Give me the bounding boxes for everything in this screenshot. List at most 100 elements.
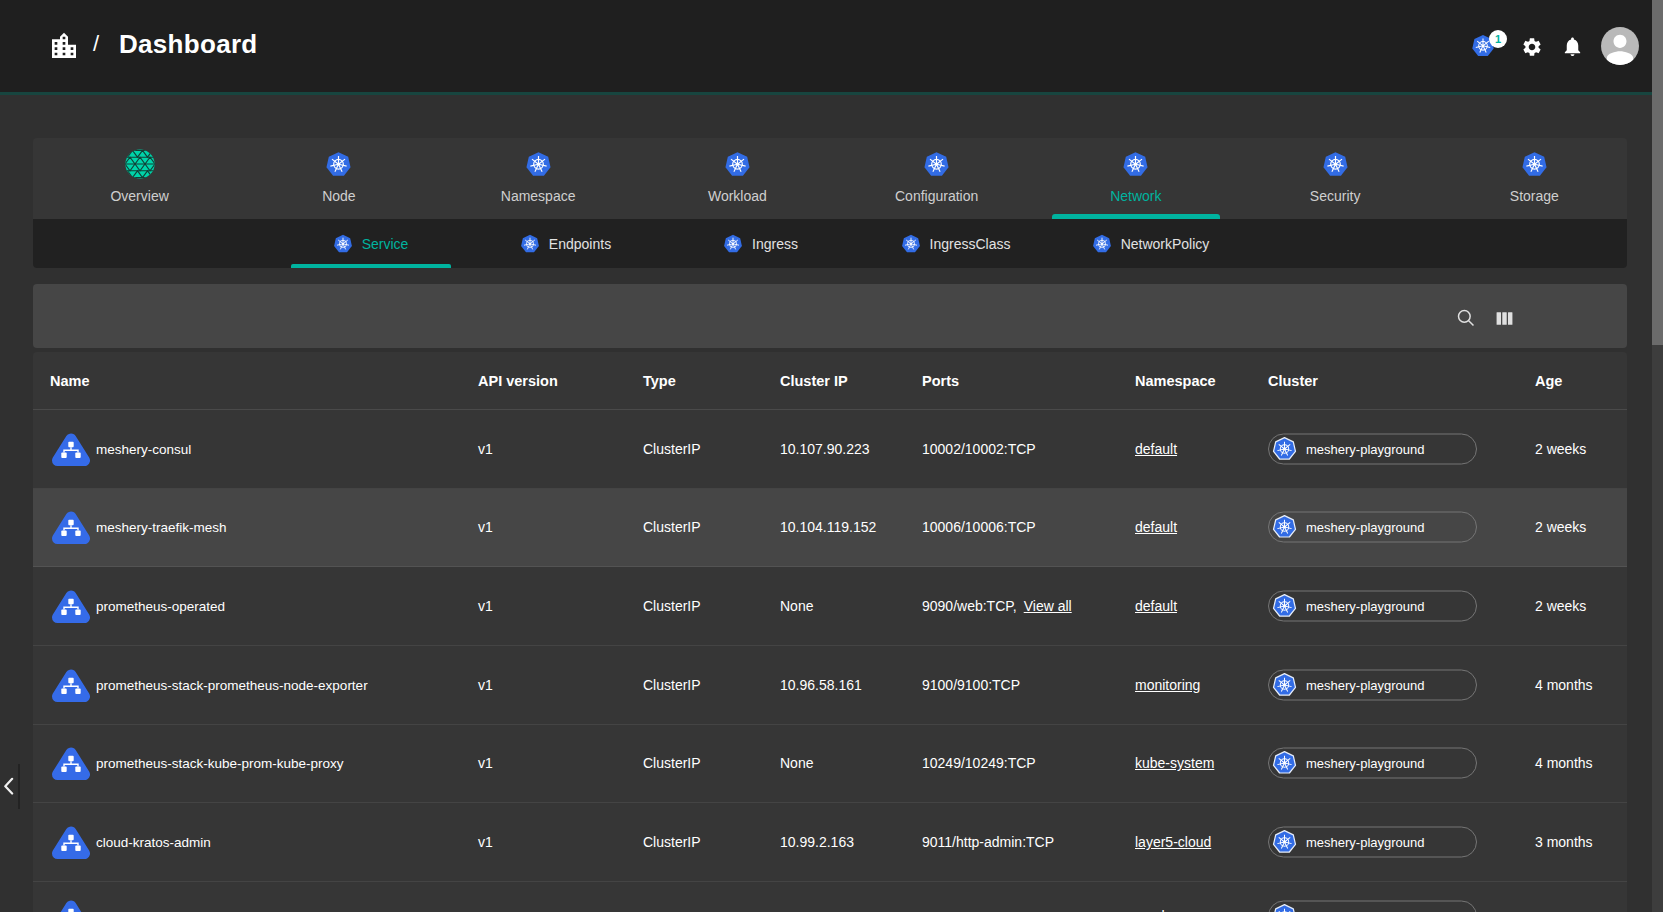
table-body: meshery-consulv1ClusterIP10.107.90.22310… <box>33 410 1627 912</box>
resource-tabs: OverviewNodeNamespace Workload Configurati… <box>33 138 1627 219</box>
service-name: prometheus-stack-kube-prom-kube-proxy <box>96 756 344 771</box>
kubernetes-icon <box>723 234 743 254</box>
service-name: prometheus-stack-prometheus-node-exporte… <box>96 677 368 692</box>
api-version: v1 <box>478 441 493 457</box>
column-header-api-version[interactable]: API version <box>478 373 558 389</box>
namespace-cell: layer5-cloud <box>1135 834 1211 850</box>
namespace-cell: default <box>1135 441 1177 457</box>
service-icon <box>51 824 91 860</box>
kubernetes-dashboard: / Dashboard 1 OverviewNodeNamespaceWorkl… <box>0 0 1663 912</box>
tab-node[interactable]: Node <box>239 138 438 219</box>
view-columns-icon[interactable] <box>1495 309 1514 327</box>
table-row[interactable]: meshery meshery-playground <box>33 882 1627 912</box>
ports: 9100/9100:TCP <box>922 677 1020 693</box>
namespace-link[interactable]: kube-system <box>1135 755 1214 771</box>
view-all-ports-link[interactable]: View all <box>1024 598 1072 614</box>
cluster-chip[interactable]: meshery-playground <box>1268 591 1477 622</box>
column-header-cluster-ip[interactable]: Cluster IP <box>780 373 848 389</box>
settings-icon[interactable] <box>1521 36 1543 58</box>
table-row[interactable]: meshery-consulv1ClusterIP10.107.90.22310… <box>33 410 1627 489</box>
subtab-label: NetworkPolicy <box>1121 236 1210 252</box>
tab-overview[interactable]: Overview <box>40 138 239 219</box>
column-header-age[interactable]: Age <box>1535 373 1562 389</box>
column-header-name[interactable]: Name <box>50 373 90 389</box>
table-row[interactable]: prometheus-stack-prometheus-node-exporte… <box>33 646 1627 725</box>
subtab-endpoints[interactable]: Endpoints <box>468 219 663 268</box>
network-subtabs: Service Endpoints Ingress IngressClass Netwo… <box>33 219 1627 268</box>
cluster-chip[interactable]: meshery-playground <box>1268 433 1477 464</box>
column-header-ports[interactable]: Ports <box>922 373 959 389</box>
search-icon[interactable] <box>1456 308 1476 328</box>
building-icon[interactable] <box>48 30 80 62</box>
subtab-service[interactable]: Service <box>273 219 468 268</box>
tab-namespace[interactable]: Namespace <box>439 138 638 219</box>
subtab-label: Endpoints <box>549 236 611 252</box>
kubernetes-icon <box>721 148 753 180</box>
service-type: ClusterIP <box>643 834 701 850</box>
service-name: prometheus-operated <box>96 599 225 614</box>
age: 4 months <box>1535 755 1593 771</box>
namespace-link[interactable]: monitoring <box>1135 677 1200 693</box>
namespace-link[interactable]: default <box>1135 519 1177 535</box>
cluster-chip[interactable]: meshery-playground <box>1268 748 1477 779</box>
subtab-ingress[interactable]: Ingress <box>663 219 858 268</box>
kubernetes-icon <box>1120 148 1152 180</box>
ports-value: 9100/9100:TCP <box>922 677 1020 693</box>
collapse-drawer-chevron-icon[interactable] <box>3 777 14 796</box>
subtab-ingressclass[interactable]: IngressClass <box>858 219 1053 268</box>
cluster-name: meshery-playground <box>1306 520 1425 535</box>
namespace-cell: meshery <box>1135 908 1189 912</box>
tab-configuration[interactable]: Configuration <box>837 138 1036 219</box>
service-type: ClusterIP <box>643 755 701 771</box>
table-row[interactable]: cloud-kratos-adminv1ClusterIP10.99.2.163… <box>33 803 1627 882</box>
resource-tabs-panel: OverviewNodeNamespace Workload Configurati… <box>33 138 1627 268</box>
cluster-chip[interactable]: meshery-playground <box>1268 669 1477 700</box>
notifications-bell-icon[interactable] <box>1561 35 1584 58</box>
namespace-link[interactable]: default <box>1135 441 1177 457</box>
age: 2 weeks <box>1535 441 1586 457</box>
ports: 9090/web:TCP, View all <box>922 598 1072 614</box>
subtab-label: Ingress <box>752 236 798 252</box>
service-name: meshery-traefik-mesh <box>96 520 227 535</box>
ports: 9011/http-admin:TCP <box>922 834 1054 850</box>
age: 3 months <box>1535 834 1593 850</box>
user-avatar[interactable] <box>1601 27 1639 65</box>
subtab-label: Service <box>362 236 409 252</box>
cluster-chip[interactable]: meshery-playground <box>1268 512 1477 543</box>
ports-value: 9090/web:TCP, <box>922 598 1017 614</box>
page-title: Dashboard <box>119 29 258 60</box>
tab-workload[interactable]: Workload <box>638 138 837 219</box>
subtab-networkpolicy[interactable]: NetworkPolicy <box>1053 219 1248 268</box>
column-header-namespace[interactable]: Namespace <box>1135 373 1216 389</box>
scrollbar-thumb[interactable] <box>1652 0 1663 345</box>
namespace-link[interactable]: layer5-cloud <box>1135 834 1211 850</box>
namespace-link[interactable]: default <box>1135 598 1177 614</box>
kubernetes-icon <box>1272 594 1297 619</box>
namespace-cell: default <box>1135 598 1177 614</box>
tab-network[interactable]: Network <box>1036 138 1235 219</box>
cluster-name: meshery-playground <box>1306 835 1425 850</box>
cluster-chip[interactable]: meshery-playground <box>1268 901 1477 912</box>
service-type: ClusterIP <box>643 519 701 535</box>
ports: 10006/10006:TCP <box>922 519 1036 535</box>
active-subtab-indicator <box>291 264 451 268</box>
column-header-type[interactable]: Type <box>643 373 676 389</box>
table-row[interactable]: prometheus-stack-kube-prom-kube-proxyv1C… <box>33 725 1627 804</box>
cluster-ip: 10.104.119.152 <box>780 519 876 535</box>
tab-label: Workload <box>708 188 767 204</box>
service-icon <box>51 588 91 624</box>
age: 2 weeks <box>1535 519 1586 535</box>
api-version: v1 <box>478 677 493 693</box>
api-version: v1 <box>478 834 493 850</box>
column-header-cluster[interactable]: Cluster <box>1268 373 1318 389</box>
table-row[interactable]: prometheus-operatedv1ClusterIPNone9090/w… <box>33 567 1627 646</box>
namespace-link[interactable]: meshery <box>1135 908 1189 912</box>
cluster-chip[interactable]: meshery-playground <box>1268 827 1477 858</box>
table-row[interactable]: meshery-traefik-meshv1ClusterIP10.104.11… <box>33 489 1627 568</box>
service-name: meshery-consul <box>96 441 191 456</box>
page-scrollbar[interactable] <box>1652 0 1663 912</box>
age: 2 weeks <box>1535 598 1586 614</box>
tab-security[interactable]: Security <box>1236 138 1435 219</box>
kubernetes-icon <box>522 148 554 180</box>
tab-storage[interactable]: Storage <box>1435 138 1627 219</box>
